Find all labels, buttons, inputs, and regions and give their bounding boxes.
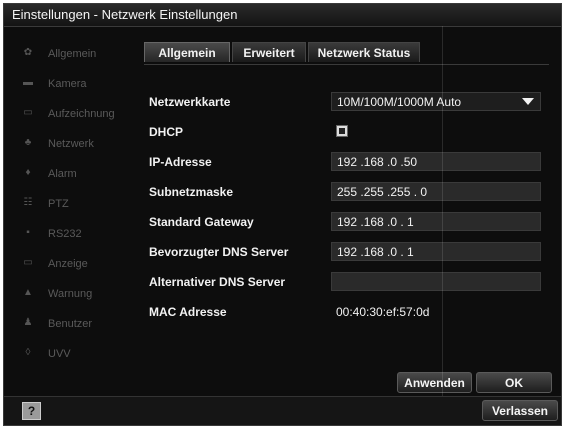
ptz-icon: ☷ <box>23 197 33 208</box>
gateway-value: 192 .168 .0 . 1 <box>337 215 414 229</box>
ip-row: IP-Adresse 192 .168 .0 .50 <box>149 152 549 172</box>
chevron-down-icon <box>522 98 534 105</box>
dns2-row: Alternativer DNS Server <box>149 272 549 292</box>
sidebar-item-alarm[interactable]: ♦ Alarm <box>4 160 134 190</box>
mask-value: 255 .255 .255 . 0 <box>337 185 428 199</box>
dns1-label: Bevorzugter DNS Server <box>149 245 289 259</box>
sidebar: ✿ Allgemein ▬ Kamera ▭ Aufzeichnung ♣ Ne… <box>4 40 134 370</box>
sidebar-item-label: Kamera <box>48 78 87 90</box>
sidebar-item-label: Warnung <box>48 288 93 300</box>
preferred-dns-field[interactable]: 192 .168 .0 . 1 <box>331 242 541 261</box>
dhcp-row: DHCP <box>149 122 549 142</box>
divider <box>442 26 443 425</box>
record-icon: ▭ <box>23 107 33 118</box>
dns1-value: 192 .168 .0 . 1 <box>337 245 414 259</box>
display-icon: ▭ <box>23 257 33 268</box>
sidebar-item-label: Alarm <box>48 168 77 180</box>
sidebar-item-allgemein[interactable]: ✿ Allgemein <box>4 40 134 70</box>
mask-row: Subnetzmaske 255 .255 .255 . 0 <box>149 182 549 202</box>
nic-label: Netzwerkkarte <box>149 95 231 109</box>
apply-button[interactable]: Anwenden <box>397 372 472 393</box>
sidebar-item-uvv[interactable]: ◊ UVV <box>4 340 134 370</box>
tab-netzwerk-status[interactable]: Netzwerk Status <box>308 42 420 62</box>
tab-bar: Allgemein Erweitert Netzwerk Status <box>144 42 549 65</box>
sidebar-item-label: Netzwerk <box>48 138 94 150</box>
nic-row: Netzwerkkarte 10M/100M/1000M Auto <box>149 92 549 112</box>
sidebar-item-warnung[interactable]: ▲ Warnung <box>4 280 134 310</box>
dns2-label: Alternativer DNS Server <box>149 275 286 289</box>
sidebar-item-label: Allgemein <box>48 48 97 60</box>
gateway-row: Standard Gateway 192 .168 .0 . 1 <box>149 212 549 232</box>
tab-allgemein[interactable]: Allgemein <box>144 42 230 62</box>
sidebar-item-label: UVV <box>48 348 71 360</box>
dns1-row: Bevorzugter DNS Server 192 .168 .0 . 1 <box>149 242 549 262</box>
rs232-icon: ▪ <box>26 227 30 238</box>
sidebar-item-ptz[interactable]: ☷ PTZ <box>4 190 134 220</box>
mac-value: 00:40:30:ef:57:0d <box>336 305 430 319</box>
window-title: Einstellungen - Netzwerk Einstellungen <box>12 7 238 22</box>
sidebar-item-label: RS232 <box>48 228 82 240</box>
sidebar-item-benutzer[interactable]: ♟ Benutzer <box>4 310 134 340</box>
alternate-dns-field[interactable] <box>331 272 541 291</box>
mac-row: MAC Adresse 00:40:30:ef:57:0d <box>149 302 549 322</box>
sidebar-item-label: Benutzer <box>48 318 93 330</box>
gateway-field[interactable]: 192 .168 .0 . 1 <box>331 212 541 231</box>
subnet-mask-field[interactable]: 255 .255 .255 . 0 <box>331 182 541 201</box>
warning-icon: ▲ <box>23 287 33 298</box>
gateway-label: Standard Gateway <box>149 215 254 229</box>
sidebar-item-netzwerk[interactable]: ♣ Netzwerk <box>4 130 134 160</box>
sidebar-item-anzeige[interactable]: ▭ Anzeige <box>4 250 134 280</box>
exit-button[interactable]: Verlassen <box>482 400 558 421</box>
mask-label: Subnetzmaske <box>149 185 234 199</box>
help-button[interactable]: ? <box>22 402 41 420</box>
mac-label: MAC Adresse <box>149 305 227 319</box>
user-icon: ♟ <box>23 317 33 328</box>
dhcp-checkbox[interactable] <box>336 125 348 137</box>
camera-icon: ▬ <box>23 77 33 88</box>
settings-window: Einstellungen - Netzwerk Einstellungen ✿… <box>3 3 562 426</box>
ip-address-field[interactable]: 192 .168 .0 .50 <box>331 152 541 171</box>
ip-value: 192 .168 .0 .50 <box>337 155 418 169</box>
sidebar-item-kamera[interactable]: ▬ Kamera <box>4 70 134 100</box>
sidebar-item-label: PTZ <box>48 198 69 210</box>
nic-select[interactable]: 10M/100M/1000M Auto <box>331 92 541 111</box>
sidebar-item-rs232[interactable]: ▪ RS232 <box>4 220 134 250</box>
bottom-bar: ? Verlassen <box>4 396 561 425</box>
sidebar-item-aufzeichnung[interactable]: ▭ Aufzeichnung <box>4 100 134 130</box>
alarm-icon: ♦ <box>25 167 31 178</box>
uvv-icon: ◊ <box>25 347 31 358</box>
dhcp-label: DHCP <box>149 125 184 139</box>
network-icon: ♣ <box>24 137 32 148</box>
sidebar-item-label: Aufzeichnung <box>48 108 115 120</box>
title-bar: Einstellungen - Netzwerk Einstellungen <box>4 4 561 27</box>
sidebar-item-label: Anzeige <box>48 258 88 270</box>
ip-label: IP-Adresse <box>149 155 212 169</box>
tab-erweitert[interactable]: Erweitert <box>232 42 306 62</box>
ok-button[interactable]: OK <box>476 372 552 393</box>
gear-icon: ✿ <box>23 47 33 58</box>
